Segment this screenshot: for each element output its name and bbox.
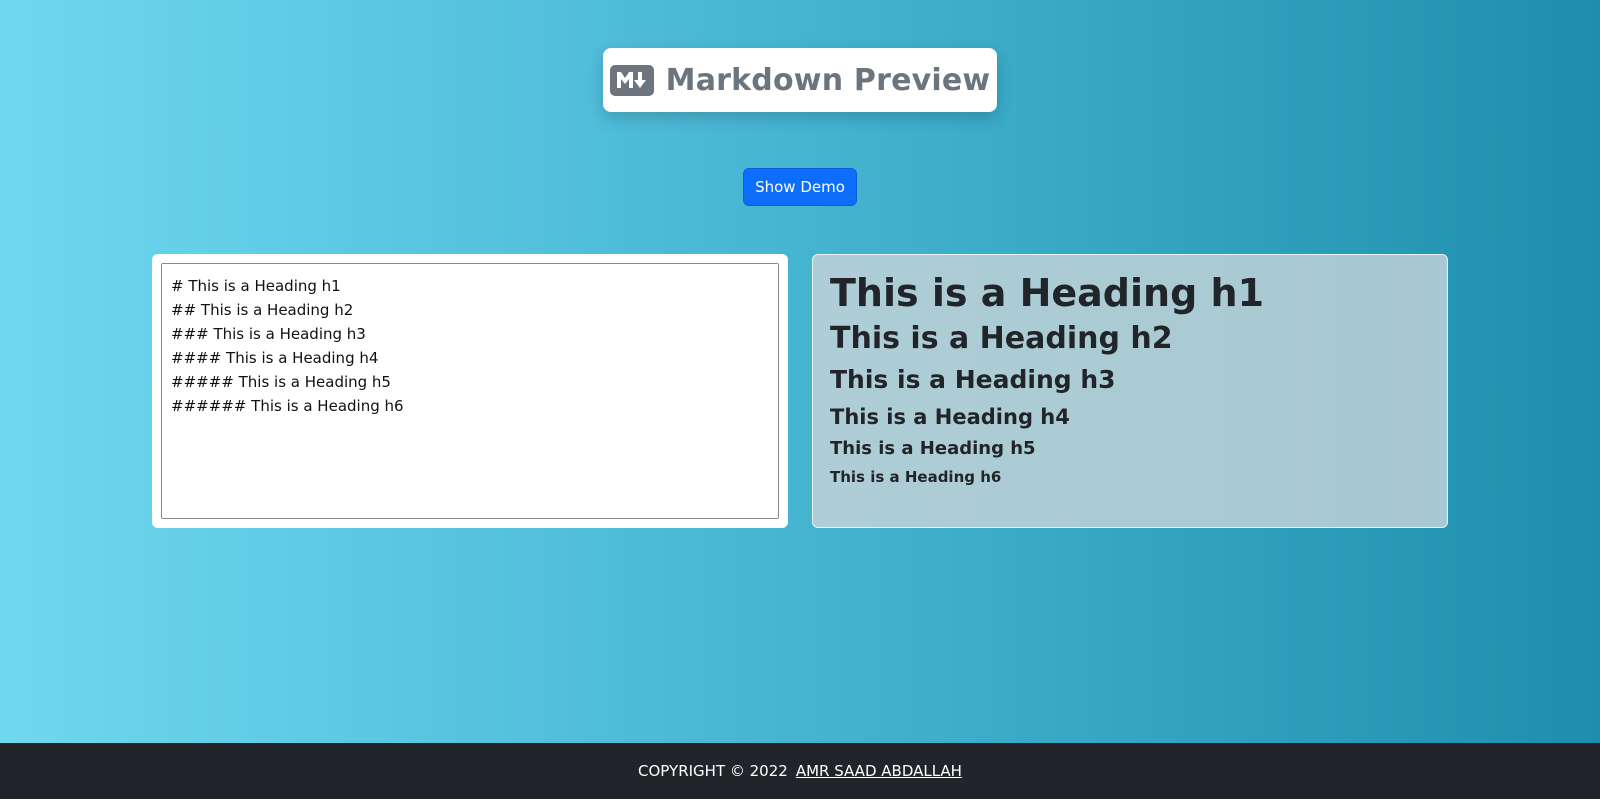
markdown-input[interactable]	[161, 263, 779, 519]
preview-panel: This is a Heading h1 This is a Heading h…	[812, 254, 1448, 528]
preview-heading-h5: This is a Heading h5	[830, 438, 1036, 459]
app-brand: Markdown Preview	[603, 48, 997, 112]
markdown-icon	[609, 64, 654, 96]
footer: COPYRIGHT © 2022 AMR SAAD ABDALLAH	[0, 743, 1600, 799]
author-link[interactable]: AMR SAAD ABDALLAH	[796, 762, 962, 780]
copyright-text: COPYRIGHT © 2022	[638, 762, 788, 780]
preview-heading-h2: This is a Heading h2	[830, 321, 1173, 356]
preview-heading-h3: This is a Heading h3	[830, 365, 1116, 394]
preview-heading-h6: This is a Heading h6	[830, 468, 1002, 486]
preview-heading-h1: This is a Heading h1	[830, 271, 1265, 315]
preview-heading-h4: This is a Heading h4	[830, 405, 1070, 429]
show-demo-button[interactable]: Show Demo	[743, 168, 857, 206]
editor-card	[152, 254, 788, 528]
app-title: Markdown Preview	[665, 62, 991, 98]
